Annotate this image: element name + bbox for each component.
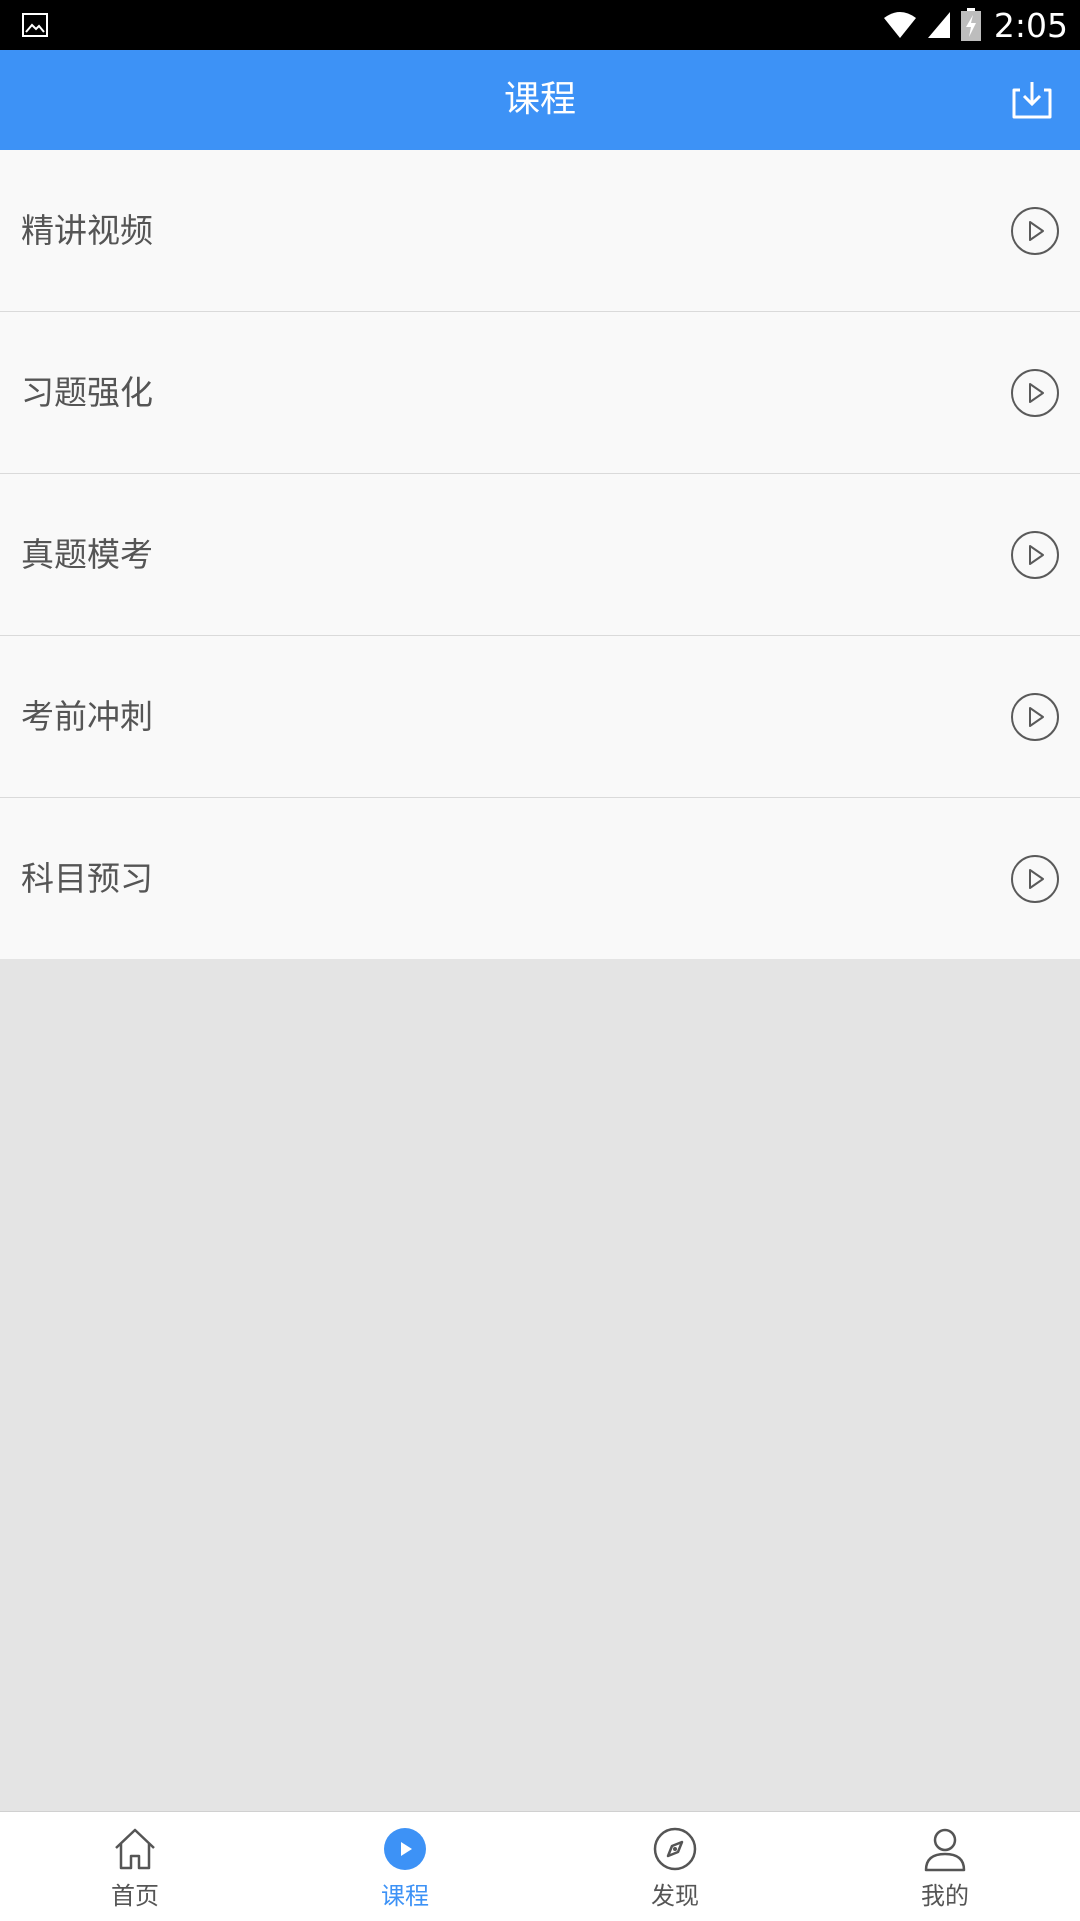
play-circle-icon: [1011, 207, 1059, 255]
tab-label: 我的: [921, 1882, 969, 1910]
course-item[interactable]: 习题强化: [0, 312, 1080, 474]
tab-label: 课程: [381, 1882, 429, 1910]
tab-discover[interactable]: 发现: [540, 1812, 810, 1921]
bottom-tab-bar: 首页 课程 发现 我的: [0, 1811, 1080, 1921]
app-bar: 课程: [0, 50, 1080, 150]
battery-charging-icon: [960, 8, 981, 41]
status-icons: 2:05: [882, 0, 1068, 50]
tab-label: 发现: [651, 1882, 699, 1910]
course-list: 精讲视频 习题强化 真题模考 考前冲刺 科目预习: [0, 150, 1080, 959]
course-item-label: 精讲视频: [21, 211, 153, 250]
status-time: 2:05: [993, 5, 1068, 45]
play-circle-icon: [1011, 693, 1059, 741]
course-item[interactable]: 精讲视频: [0, 150, 1080, 312]
tab-label: 首页: [111, 1882, 159, 1910]
image-icon: [22, 13, 48, 37]
person-icon: [924, 1828, 966, 1872]
play-filled-circle-icon: [384, 1828, 426, 1870]
course-item[interactable]: 考前冲刺: [0, 636, 1080, 798]
play-circle-icon: [1011, 369, 1059, 417]
signal-icon: [927, 12, 950, 38]
course-item-label: 真题模考: [21, 535, 153, 574]
play-circle-icon: [1011, 531, 1059, 579]
wifi-icon: [883, 12, 916, 38]
download-icon[interactable]: [1010, 80, 1054, 120]
tab-mine[interactable]: 我的: [810, 1812, 1080, 1921]
tab-home[interactable]: 首页: [0, 1812, 270, 1921]
course-item-label: 科目预习: [21, 859, 153, 898]
status-bar: 2:05: [0, 0, 1080, 50]
compass-icon: [653, 1827, 697, 1871]
course-item-label: 习题强化: [21, 373, 153, 412]
course-item-label: 考前冲刺: [21, 697, 153, 736]
play-circle-icon: [1011, 855, 1059, 903]
course-item[interactable]: 科目预习: [0, 798, 1080, 959]
home-icon: [115, 1828, 155, 1870]
tab-courses[interactable]: 课程: [270, 1812, 540, 1921]
course-item[interactable]: 真题模考: [0, 474, 1080, 636]
page-title: 课程: [503, 79, 576, 120]
